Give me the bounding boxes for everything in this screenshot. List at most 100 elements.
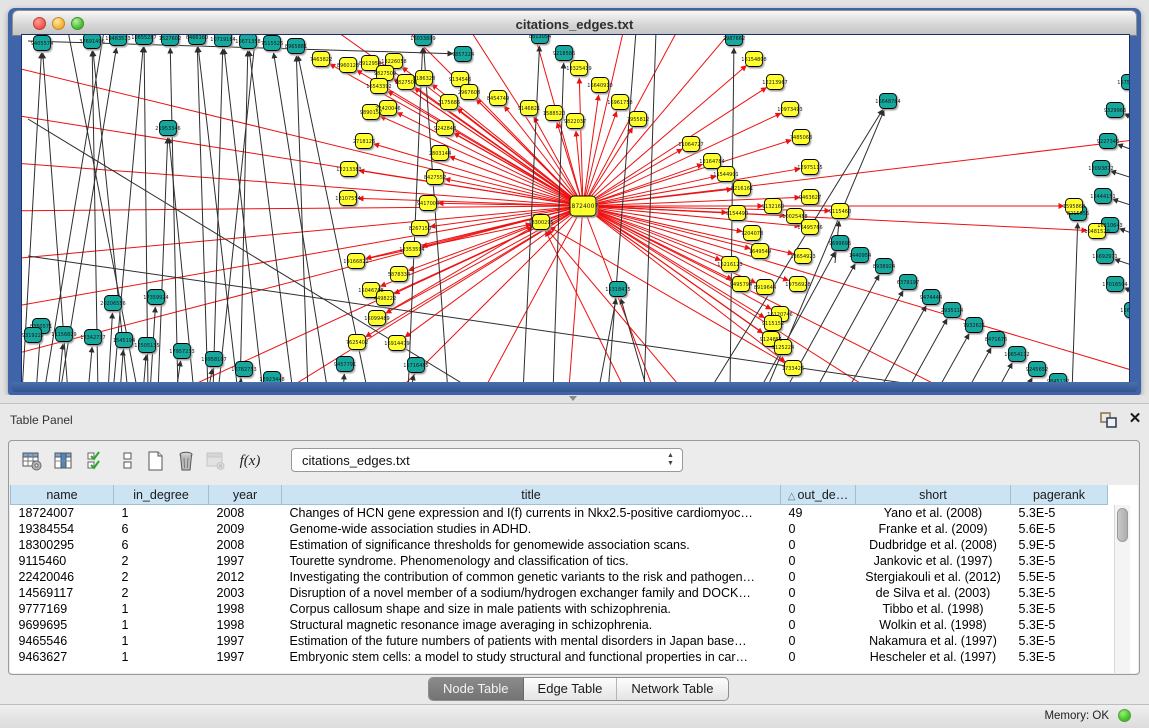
table-row[interactable]: 969969511998Structural magnetic resonanc… — [11, 617, 1108, 633]
graph-node-label: 1649549 — [749, 249, 771, 255]
table-settings-button[interactable] — [19, 448, 45, 474]
close-panel-icon[interactable]: ✕ — [1127, 411, 1143, 427]
graph-node-label: 8216161 — [731, 186, 753, 192]
table-cell: Estimation of significance thresholds fo… — [282, 537, 781, 553]
graph-node-label: 18107554 — [335, 196, 360, 202]
table-cell: 9465546 — [11, 633, 114, 649]
table-cell: 6 — [114, 521, 209, 537]
table-cell: Tibbo et al. (1998) — [856, 601, 1011, 617]
graph-node-label: 19958107 — [201, 357, 226, 363]
graph-node-label: 16640910 — [587, 83, 612, 89]
table-row[interactable]: 1872400712008Changes of HCN gene express… — [11, 505, 1108, 522]
table-row[interactable]: 1456911722003Disruption of a novel membe… — [11, 585, 1108, 601]
column-header-title[interactable]: title — [282, 485, 781, 505]
table-cell: 0 — [781, 537, 856, 553]
table-cell: 1 — [114, 601, 209, 617]
table-cell: 0 — [781, 633, 856, 649]
graph-node-label: 13325419 — [566, 66, 591, 72]
table-cell: 6 — [114, 537, 209, 553]
graph-node-label: 15046768 — [358, 288, 383, 294]
graph-node-label: 9822037 — [564, 119, 586, 125]
table-row[interactable]: 946554611997Estimation of the future num… — [11, 633, 1108, 649]
graph-node-label: 9827509 — [374, 71, 396, 77]
table-cell: 2 — [114, 585, 209, 601]
table-row[interactable]: 1938455462009Genome-wide association stu… — [11, 521, 1108, 537]
graph-node-label: 10481520 — [1084, 229, 1109, 235]
graph-node-label: 9218586 — [553, 51, 575, 57]
graph-node-label: 15318475 — [605, 287, 630, 293]
new-table-button[interactable] — [143, 448, 169, 474]
table-row[interactable]: 977716911998Corpus callosum shape and si… — [11, 601, 1108, 617]
table-scrollbar[interactable] — [1114, 505, 1130, 673]
panel-splitter[interactable] — [0, 395, 1149, 403]
network-window[interactable]: citations_edges.txt 94055743769140619483… — [8, 8, 1141, 395]
tab-edge-table[interactable]: Edge Table — [524, 678, 618, 700]
table-row[interactable]: 1830029562008Estimation of significance … — [11, 537, 1108, 553]
table-cell: 2009 — [209, 521, 282, 537]
table-panel-content: f(x) citations_edges.txt ▲▼ namein_degre… — [8, 440, 1140, 675]
graph-node-label: 11156829 — [51, 332, 76, 338]
function-builder-button[interactable]: f(x) — [237, 448, 263, 474]
table-cell: 49 — [781, 505, 856, 522]
column-header-indegree[interactable]: in_degree — [114, 485, 209, 505]
table-panel: Table Panel ✕ — [0, 403, 1149, 728]
network-window-titlebar[interactable]: citations_edges.txt — [12, 10, 1137, 36]
combo-stepper-icon[interactable]: ▲▼ — [665, 452, 676, 469]
table-scrollbar-thumb[interactable] — [1117, 508, 1128, 542]
table-cell: Embryonic stem cells: a model to study s… — [282, 649, 781, 665]
table-row[interactable]: 946362711997Embryonic stem cells: a mode… — [11, 649, 1108, 665]
table-cell: 2012 — [209, 569, 282, 585]
graph-node-label: 9463627 — [799, 195, 821, 201]
node-table: namein_degreeyeartitle△out_de…shortpager… — [10, 485, 1108, 665]
column-header-short[interactable]: short — [856, 485, 1011, 505]
tab-network-table[interactable]: Network Table — [617, 678, 727, 700]
column-header-outde[interactable]: △out_de… — [781, 485, 856, 505]
table-cell: Investigating the contribution of common… — [282, 569, 781, 585]
delete-table-button[interactable] — [173, 448, 199, 474]
graph-node-label: 1545194 — [113, 338, 135, 344]
graph-node-label: 7204078 — [741, 231, 763, 237]
select-columns-button[interactable] — [83, 448, 109, 474]
table-select-combobox[interactable]: citations_edges.txt ▲▼ — [291, 448, 683, 472]
graph-node-label: 9417004 — [417, 201, 439, 207]
graph-node-label: 9245652 — [1026, 367, 1048, 373]
graph-node-label: 20206556 — [100, 301, 125, 307]
column-header-year[interactable]: year — [209, 485, 282, 505]
show-column-button[interactable] — [51, 448, 77, 474]
network-graph: 9405574376914061948357310655287152760264… — [21, 34, 1130, 384]
float-panel-icon[interactable] — [1100, 412, 1118, 428]
column-header-name[interactable]: name — [11, 485, 114, 505]
table-cell: 5.3E-5 — [1011, 617, 1108, 633]
graph-node-label: 7515526 — [261, 41, 283, 47]
table-cell: 0 — [781, 553, 856, 569]
graph-node-label: 9699695 — [829, 241, 851, 247]
graph-node-label: 12213967 — [762, 80, 787, 86]
graph-node-label: 8427552 — [424, 175, 446, 181]
table-row[interactable]: 911546021997Tourette syndrome. Phenomeno… — [11, 553, 1108, 569]
table-row[interactable]: 2242004622012Investigating the contribut… — [11, 569, 1108, 585]
graph-node-label: 16033809 — [410, 36, 435, 42]
graph-node-label: 18724007 — [568, 203, 599, 210]
graph-node-label: 13226058 — [381, 59, 406, 65]
window-frame-bottom — [12, 382, 1137, 392]
graph-node-label: 3175685 — [438, 100, 460, 106]
column-header-pagerank[interactable]: pagerank — [1011, 485, 1108, 505]
network-canvas[interactable]: 9405574376914061948357310655287152760264… — [21, 34, 1130, 384]
graph-node-label: 2987662 — [723, 36, 745, 42]
graph-node-label: 10973493 — [777, 107, 802, 113]
graph-node-label: 9329966 — [1104, 108, 1126, 114]
splitter-collapse-arrow[interactable] — [569, 396, 577, 401]
table-cell: Estimation of the future numbers of pati… — [282, 633, 781, 649]
graph-node-label: 16648784 — [875, 99, 900, 105]
table-cell: 5.3E-5 — [1011, 585, 1108, 601]
table-cell: 5.9E-5 — [1011, 537, 1108, 553]
graph-node-label: 15716485 — [403, 363, 428, 369]
graph-node-label: 5878334 — [388, 272, 410, 278]
memory-status-icon[interactable] — [1118, 709, 1131, 722]
graph-node-label: 6379197 — [897, 280, 919, 286]
table-header-row[interactable]: namein_degreeyeartitle△out_de…shortpager… — [11, 485, 1108, 505]
row-height-button[interactable] — [115, 448, 141, 474]
delete-column-button-disabled — [203, 448, 229, 474]
tab-node-table[interactable]: Node Table — [429, 678, 524, 700]
graph-node-label: 8350571 — [30, 324, 52, 330]
